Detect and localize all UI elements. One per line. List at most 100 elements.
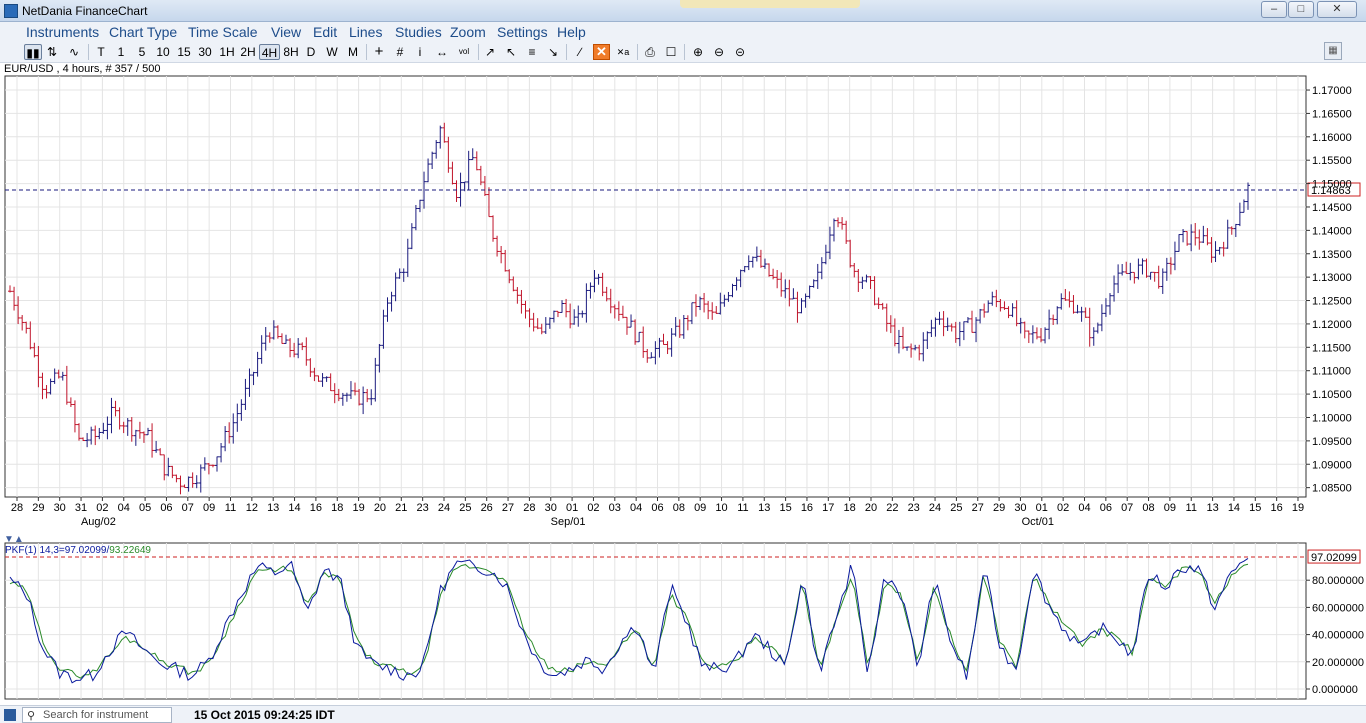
oscillator-k-label: PKF(1) 14,3=97.02099/: [5, 545, 109, 556]
chart-area[interactable]: 1.14863 1.170001.165001.160001.155001.15…: [0, 75, 1366, 705]
oscillator-axis: 80.000000 60.000000 40.000000 20.000000 0.00…: [1306, 549, 1364, 696]
grid-icon[interactable]: #: [392, 44, 408, 60]
fibonacci-icon[interactable]: ≡: [523, 44, 541, 60]
date-tick-label: 21: [395, 502, 407, 514]
zoom-out-icon[interactable]: ⊖: [711, 44, 727, 60]
line-chart-icon[interactable]: ∿: [64, 44, 84, 60]
date-tick-label: 23: [417, 502, 429, 514]
date-tick-label: 13: [758, 502, 770, 514]
menu-bar: Instruments Chart Type Time Scale View E…: [0, 22, 1366, 41]
timescale-1h[interactable]: 1H: [217, 44, 237, 60]
search-icon: ⚲: [27, 710, 36, 722]
date-tick-label: 13: [1206, 502, 1218, 514]
ohlc-bars-icon[interactable]: ▮▮: [24, 44, 42, 60]
price-tick-label: 1.17000: [1312, 85, 1352, 97]
print-icon[interactable]: ⎙: [642, 44, 658, 60]
oscillator-panel-frame: [4, 542, 1307, 700]
date-tick-label: 05: [139, 502, 151, 514]
date-tick-label: 10: [715, 502, 727, 514]
maximize-button[interactable]: □: [1288, 1, 1314, 18]
minimize-button[interactable]: –: [1261, 1, 1287, 18]
menu-lines[interactable]: Lines: [349, 24, 382, 40]
date-tick-label: 09: [694, 502, 706, 514]
delete-all-icon[interactable]: ✕a: [614, 44, 632, 60]
price-tick-label: 1.10500: [1312, 389, 1352, 401]
print-preview-icon[interactable]: ☐: [663, 44, 679, 60]
oscillator-tick-label: 60.000000: [1312, 602, 1364, 614]
date-tick-label: 19: [352, 502, 364, 514]
date-tick-label: 14: [288, 502, 300, 514]
price-panel-frame: [4, 75, 1307, 498]
menu-settings[interactable]: Settings: [497, 24, 548, 40]
timescale-2h[interactable]: 2H: [238, 44, 258, 60]
price-tick-label: 1.14000: [1312, 225, 1352, 237]
timescale-m[interactable]: M: [345, 44, 361, 60]
menu-help[interactable]: Help: [557, 24, 586, 40]
ray-line-icon[interactable]: ↖: [503, 44, 519, 60]
timescale-4h[interactable]: 4H: [259, 44, 280, 60]
menu-edit[interactable]: Edit: [313, 24, 337, 40]
price-tick-label: 1.12000: [1312, 319, 1352, 331]
close-button[interactable]: ✕: [1317, 1, 1357, 18]
date-tick-label: 09: [203, 502, 215, 514]
panel-toggle-icon[interactable]: ▦: [1324, 42, 1342, 60]
candlestick-icon[interactable]: ⇅: [45, 44, 59, 60]
price-tick-label: 1.11500: [1312, 342, 1351, 354]
menu-view[interactable]: View: [271, 24, 301, 40]
date-tick-label: 30: [1014, 502, 1026, 514]
menu-zoom[interactable]: Zoom: [450, 24, 486, 40]
blurred-tab: [680, 0, 860, 8]
crosshair-icon[interactable]: +: [371, 44, 387, 60]
parallel-lines-icon[interactable]: ∕: [572, 44, 588, 60]
date-tick-label: 17: [822, 502, 834, 514]
date-tick-label: 23: [908, 502, 920, 514]
price-tick-label: 1.12500: [1312, 296, 1352, 308]
menu-studies[interactable]: Studies: [395, 24, 442, 40]
date-tick-label: 25: [950, 502, 962, 514]
timescale-w[interactable]: W: [324, 44, 340, 60]
date-tick-label: 09: [1164, 502, 1176, 514]
date-tick-label: 12: [246, 502, 258, 514]
date-tick-label: 11: [737, 502, 748, 514]
timescale-t[interactable]: T: [94, 44, 108, 60]
timescale-1[interactable]: 1: [114, 44, 128, 60]
date-tick-label: 27: [502, 502, 514, 514]
window-title: NetDania FinanceChart: [22, 4, 148, 18]
menu-time-scale[interactable]: Time Scale: [188, 24, 258, 40]
zoom-reset-icon[interactable]: ⊝: [732, 44, 748, 60]
trendline-icon[interactable]: ↗: [482, 44, 498, 60]
volume-icon[interactable]: vol: [455, 44, 473, 60]
date-tick-label: 24: [929, 502, 941, 514]
date-tick-label: 04: [1078, 502, 1090, 514]
date-tick-label: 02: [1057, 502, 1069, 514]
date-tick-label: 30: [545, 502, 557, 514]
menu-chart-type[interactable]: Chart Type: [109, 24, 177, 40]
status-bar: ⚲ Search for instrument 15 Oct 2015 09:2…: [0, 705, 1366, 723]
date-tick-label: 27: [972, 502, 984, 514]
timescale-10[interactable]: 10: [154, 44, 172, 60]
delete-lines-icon[interactable]: ✕: [593, 44, 610, 60]
scroll-arrows-icon[interactable]: ↔: [433, 44, 451, 60]
instrument-search-input[interactable]: ⚲ Search for instrument: [22, 707, 172, 723]
timescale-5[interactable]: 5: [135, 44, 149, 60]
date-tick-label: 30: [54, 502, 66, 514]
app-icon: [4, 4, 18, 18]
date-tick-label: 16: [310, 502, 322, 514]
arrow-line-icon[interactable]: ↘: [545, 44, 561, 60]
zoom-in-icon[interactable]: ⊕: [690, 44, 706, 60]
oscillator-label: PKF(1) 14,3=97.02099/93.22649: [5, 545, 151, 556]
date-tick-label: 11: [225, 502, 236, 514]
date-tick-label: 08: [673, 502, 685, 514]
date-tick-label: 16: [1271, 502, 1283, 514]
timescale-8h[interactable]: 8H: [281, 44, 301, 60]
price-tick-label: 1.14500: [1312, 202, 1352, 214]
timescale-15[interactable]: 15: [175, 44, 193, 60]
menu-instruments[interactable]: Instruments: [26, 24, 99, 40]
date-tick-label: 15: [779, 502, 791, 514]
timescale-d[interactable]: D: [304, 44, 318, 60]
date-tick-label: 20: [865, 502, 877, 514]
info-icon[interactable]: i: [414, 44, 426, 60]
date-tick-label: 19: [1292, 502, 1304, 514]
timescale-30[interactable]: 30: [196, 44, 214, 60]
month-label: Oct/01: [1022, 516, 1054, 528]
